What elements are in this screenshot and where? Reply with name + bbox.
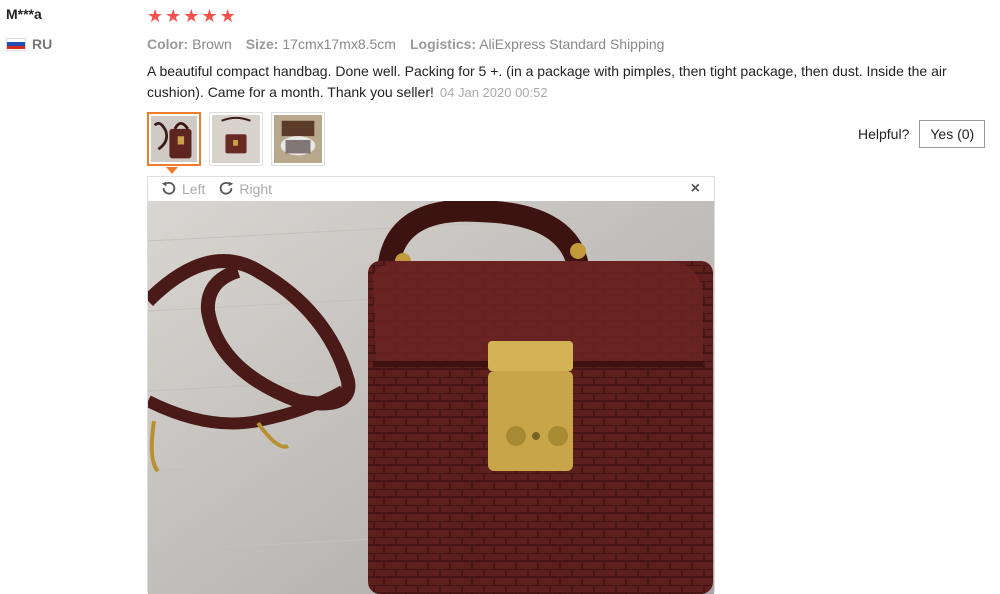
star-rating: ★ ★ ★ ★ ★: [147, 6, 997, 26]
rotate-left-button[interactable]: Left: [160, 180, 205, 198]
rotate-left-label: Left: [182, 181, 206, 197]
viewer-toolbar: Left Right ×: [148, 177, 714, 201]
image-viewer: Left Right ×: [147, 176, 715, 594]
star-icon: ★: [201, 6, 218, 26]
rotate-left-icon: [161, 181, 176, 195]
rotate-right-button[interactable]: Right: [217, 180, 272, 198]
review-thumbnail[interactable]: [271, 112, 325, 166]
country-code: RU: [32, 36, 53, 52]
review-thumbnail[interactable]: [147, 112, 201, 166]
helpful-section: Helpful? Yes (0): [858, 120, 986, 148]
review-photo: [148, 201, 714, 594]
star-icon: ★: [147, 6, 164, 26]
review-body: ★ ★ ★ ★ ★ Color: Brown Size: 17cmx17mx8.…: [147, 6, 997, 103]
package-thumbnail-image: [274, 115, 322, 163]
helpful-yes-button[interactable]: Yes (0): [919, 120, 986, 148]
russia-flag-icon: [6, 37, 26, 51]
logistics-attr: Logistics: AliExpress Standard Shipping: [409, 36, 665, 52]
review-thumbnails: [147, 112, 325, 166]
reviewer-info: M***a RU: [6, 6, 52, 52]
review-thumbnail[interactable]: [209, 112, 263, 166]
star-icon: ★: [183, 6, 200, 26]
color-attr: Color: Brown: [147, 36, 232, 52]
bag-thumbnail-image: [151, 116, 197, 162]
reviewer-country: RU: [6, 36, 52, 52]
helpful-label: Helpful?: [858, 126, 910, 142]
review-date: 04 Jan 2020 00:52: [439, 85, 548, 100]
bag-thumbnail-image: [212, 115, 260, 163]
star-icon: ★: [219, 6, 236, 26]
rotate-right-icon: [220, 181, 234, 195]
review-text: A beautiful compact handbag. Done well. …: [147, 63, 947, 100]
reviewer-name: M***a: [6, 6, 42, 22]
size-attr: Size: 17cmx17mx8.5cm: [245, 36, 396, 52]
star-icon: ★: [165, 6, 182, 26]
active-thumb-pointer: [166, 167, 178, 174]
order-attributes: Color: Brown Size: 17cmx17mx8.5cm Logist…: [147, 36, 997, 52]
rotate-right-label: Right: [239, 181, 273, 197]
handbag-photo-image: [148, 201, 714, 594]
close-icon[interactable]: ×: [691, 180, 700, 198]
